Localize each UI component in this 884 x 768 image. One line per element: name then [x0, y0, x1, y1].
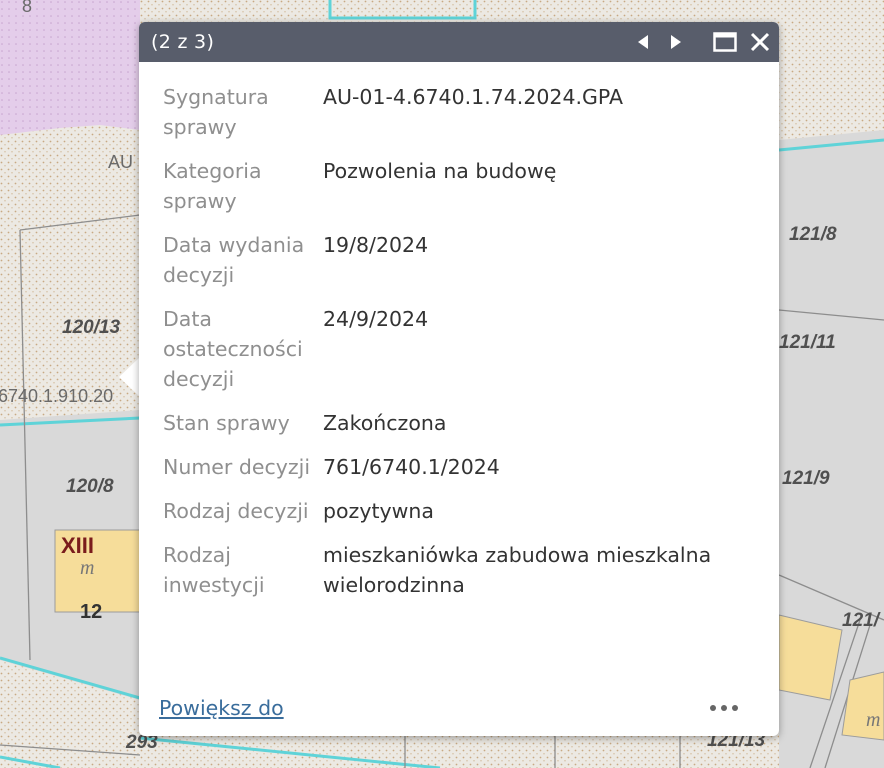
ellipsis-icon — [721, 705, 727, 711]
attribute-row: Data wydania decyzji 19/8/2024 — [163, 230, 755, 304]
attribute-label: Sygnatura sprawy — [163, 85, 269, 139]
map-label-121-partial: 121/ — [842, 610, 881, 631]
attribute-row: Numer decyzji 761/6740.1/2024 — [163, 452, 755, 496]
next-feature-button[interactable] — [664, 22, 688, 62]
attribute-label: Numer decyzji — [163, 455, 311, 479]
attribute-value: Zakończona — [323, 411, 447, 435]
map-label-case-number: 6740.1.910.20 — [0, 386, 113, 406]
popup-title: (2 z 3) — [151, 31, 215, 53]
ellipsis-icon — [710, 705, 716, 711]
attribute-value: pozytywna — [323, 499, 434, 523]
map-label-121-9: 121/9 — [782, 468, 830, 489]
map-label-121-8: 121/8 — [789, 224, 837, 245]
map-label-xiii: XIII — [61, 533, 94, 558]
attribute-label: Kategoria sprawy — [163, 159, 262, 213]
triangle-right-icon — [671, 35, 681, 49]
map-label-m: m — [80, 557, 94, 579]
maximize-icon — [713, 32, 737, 52]
ellipsis-icon — [732, 705, 738, 711]
attribute-label: Stan sprawy — [163, 411, 290, 435]
info-popup: (2 z 3) Sygnatura sprawy AU-01-4.6740.1.… — [139, 22, 779, 736]
attribute-label: Rodzaj inwestycji — [163, 543, 265, 597]
maximize-button[interactable] — [710, 22, 740, 62]
popup-header: (2 z 3) — [139, 22, 779, 62]
map-label-au: AU — [108, 152, 133, 172]
attribute-value: 19/8/2024 — [323, 233, 429, 257]
popup-body: Sygnatura sprawy AU-01-4.6740.1.74.2024.… — [139, 62, 779, 614]
close-button[interactable] — [746, 22, 774, 62]
attribute-value: Pozwolenia na budowę — [323, 159, 557, 183]
close-icon — [750, 32, 770, 52]
previous-feature-button[interactable] — [631, 22, 655, 62]
more-options-button[interactable] — [704, 694, 744, 722]
attribute-row: Kategoria sprawy Pozwolenia na budowę — [163, 156, 755, 230]
attribute-row: Rodzaj inwestycji mieszkaniówka zabudowa… — [163, 540, 755, 614]
map-label-120-8: 120/8 — [66, 476, 114, 497]
attribute-label: Data ostateczności decyzji — [163, 307, 303, 391]
attribute-value: AU-01-4.6740.1.74.2024.GPA — [323, 85, 623, 109]
popup-footer: Powiększ do — [139, 690, 779, 736]
zoom-to-link[interactable]: Powiększ do — [159, 696, 284, 720]
triangle-left-icon — [638, 35, 648, 49]
map-label-m2: m — [866, 709, 880, 731]
attribute-label: Data wydania decyzji — [163, 233, 305, 287]
attribute-row: Stan sprawy Zakończona — [163, 408, 755, 452]
attribute-value: mieszkaniówka zabudowa mieszkalna wielor… — [323, 543, 712, 597]
attribute-label: Rodzaj decyzji — [163, 499, 309, 523]
attribute-row: Sygnatura sprawy AU-01-4.6740.1.74.2024.… — [163, 82, 755, 156]
attribute-value: 761/6740.1/2024 — [323, 455, 500, 479]
map-label-120-13: 120/13 — [62, 317, 121, 338]
attribute-row: Data ostateczności decyzji 24/9/2024 — [163, 304, 755, 408]
attribute-table: Sygnatura sprawy AU-01-4.6740.1.74.2024.… — [163, 82, 755, 614]
attribute-row: Rodzaj decyzji pozytywna — [163, 496, 755, 540]
map-label-8: 8 — [22, 0, 32, 16]
map-label-121-11: 121/11 — [779, 332, 836, 353]
popup-pointer — [119, 358, 139, 396]
map-label-12: 12 — [80, 601, 102, 623]
attribute-value: 24/9/2024 — [323, 307, 429, 331]
zone-purple — [0, 0, 140, 135]
